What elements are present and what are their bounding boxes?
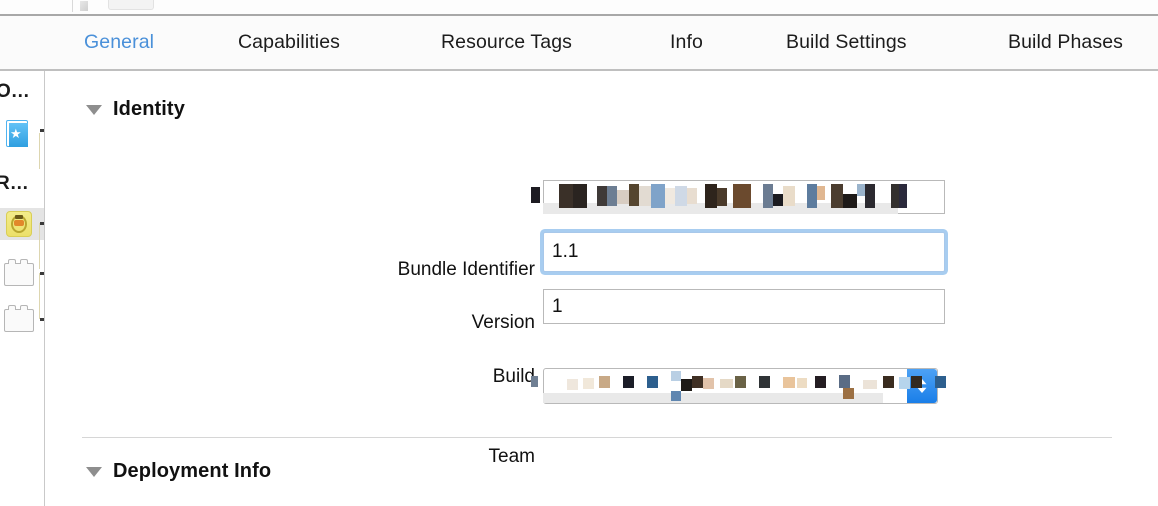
section-divider (82, 437, 1112, 438)
bundle-identifier-redaction (531, 184, 831, 208)
section-title-identity: Identity (113, 98, 185, 120)
build-field[interactable]: 1 (543, 289, 945, 324)
navigator-item-label: R… (0, 173, 29, 194)
toolbar-separator (72, 0, 73, 12)
toolbar-remnant (0, 0, 1158, 14)
team-redaction-2 (911, 371, 957, 399)
section-header-deployment-info[interactable]: Deployment Info (86, 460, 271, 483)
section-header-identity[interactable]: Identity (86, 98, 185, 121)
xcode-project-icon: ★ (6, 120, 30, 148)
project-navigator: O… ★ R… (0, 71, 44, 506)
navigator-item-resources-group[interactable]: R… (0, 170, 44, 198)
folder-group-icon (4, 305, 34, 332)
version-field[interactable]: 1.1 (543, 232, 945, 272)
label-team: Team (488, 446, 535, 467)
disclosure-triangle-icon[interactable] (86, 104, 102, 115)
tab-build-settings[interactable]: Build Settings (786, 16, 907, 69)
bundle-identifier-redaction-2 (831, 184, 951, 208)
toolbar-glyph-icon (80, 1, 88, 11)
navigator-item-group-2[interactable] (0, 304, 44, 336)
folder-group-icon (4, 259, 34, 286)
target-general-pane: Identity Bundle Identifier Version 1.1 B… (45, 71, 1158, 506)
xcode-target-editor-window: General Capabilities Resource Tags Info … (0, 0, 1158, 506)
tab-capabilities[interactable]: Capabilities (238, 16, 340, 69)
navigator-item-group-1[interactable] (0, 258, 44, 290)
tab-resource-tags[interactable]: Resource Tags (441, 16, 572, 69)
navigator-item-label: O… (0, 81, 30, 102)
section-title-deployment-info: Deployment Info (113, 460, 272, 482)
editor-tab-bar: General Capabilities Resource Tags Info … (0, 16, 1158, 71)
tab-general[interactable]: General (84, 16, 154, 69)
tab-info[interactable]: Info (670, 16, 703, 69)
app-target-icon (6, 211, 32, 237)
label-version: Version (471, 312, 535, 333)
navigator-item-app-target[interactable] (0, 208, 44, 240)
label-build: Build (492, 366, 535, 387)
disclosure-triangle-icon[interactable] (86, 466, 102, 477)
toolbar-segmented-control[interactable] (108, 0, 154, 10)
navigator-item-project-group[interactable]: O… (0, 78, 44, 106)
team-redaction (531, 371, 921, 401)
navigator-item-project-file[interactable]: ★ (0, 116, 44, 147)
tab-build-phases[interactable]: Build Phases (1008, 16, 1123, 69)
label-bundle-identifier: Bundle Identifier (397, 259, 535, 280)
